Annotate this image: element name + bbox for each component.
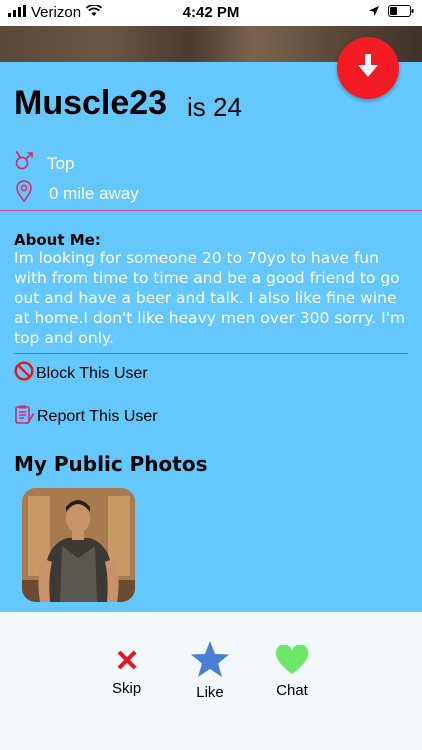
scroll-down-button[interactable] (337, 37, 399, 99)
arrow-down-icon (357, 53, 379, 84)
star-icon (190, 640, 230, 682)
skip-button[interactable]: Skip (112, 648, 141, 697)
report-user-label: Report This User (37, 408, 158, 425)
like-label: Like (196, 684, 224, 701)
block-icon (14, 361, 34, 386)
divider (0, 210, 422, 211)
report-icon (14, 404, 35, 430)
distance-text: 0 mile away (49, 183, 139, 203)
distance-row: 0 mile away (14, 180, 139, 207)
heart-icon (275, 644, 309, 679)
gender-symbol-icon (14, 150, 40, 177)
about-text: Im looking for someone 20 to 70yo to hav… (14, 249, 406, 347)
battery-icon (388, 4, 414, 21)
chat-button[interactable]: Chat (275, 644, 309, 699)
role-row: Top (14, 150, 74, 177)
profile-name: Muscle23 (14, 84, 168, 122)
block-user-button[interactable]: Block This User (14, 361, 148, 386)
block-user-label: Block This User (36, 364, 148, 382)
public-photos-heading: My Public Photos (14, 452, 208, 476)
role-text: Top (47, 153, 75, 173)
profile-age: is 24 (187, 92, 242, 122)
clock: 4:42 PM (182, 4, 240, 21)
location-arrow-icon (368, 4, 380, 21)
divider (14, 353, 408, 354)
skip-label: Skip (112, 680, 142, 697)
about-heading: About Me: (14, 231, 101, 249)
x-icon (115, 648, 139, 676)
chat-label: Chat (276, 682, 308, 699)
status-bar: Verizon 4:42 PM (0, 0, 422, 26)
like-button[interactable]: Like (190, 640, 230, 701)
location-pin-icon (14, 180, 40, 207)
public-photo-thumbnail[interactable] (22, 488, 135, 602)
report-user-button[interactable]: Report This User (14, 404, 158, 430)
